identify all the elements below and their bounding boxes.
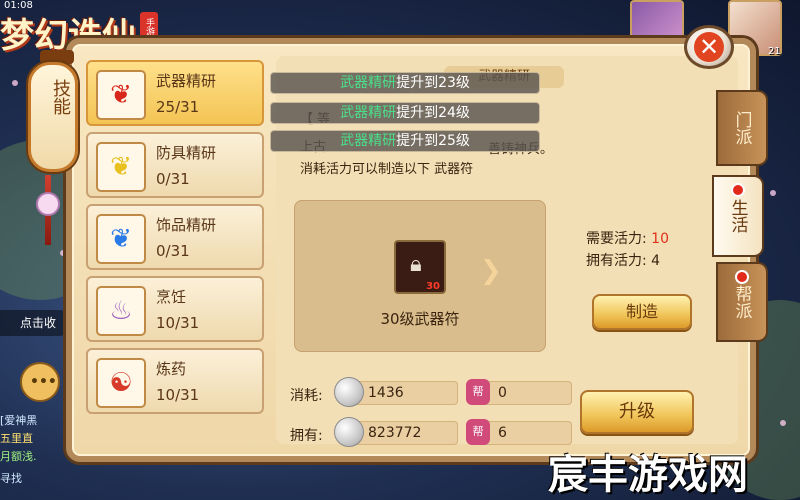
levelup-toast: 武器精研提升到25级	[270, 130, 540, 152]
alchemy-furnace-icon: ☯	[96, 358, 146, 408]
chat-line: 寻找	[0, 472, 22, 485]
energy-owned-value: 4	[651, 253, 661, 269]
chat-collapse-button[interactable]: 点击收	[0, 310, 72, 336]
toast-skill-name: 武器精研	[340, 105, 397, 121]
tab-guild[interactable]: 帮派	[716, 262, 768, 342]
tab-life-label: 生活	[727, 199, 748, 233]
close-button[interactable]: ✕	[684, 25, 734, 69]
craft-button[interactable]: 制造	[592, 294, 692, 330]
skill-tab-lantern[interactable]: 技能	[28, 62, 78, 172]
notification-dot	[731, 183, 745, 197]
skill-tab-label: 技能	[50, 79, 71, 115]
toast-skill-name: 武器精研	[340, 133, 397, 149]
consume-guild-value: 0	[498, 385, 507, 401]
energy-owned: 拥有活力: 4	[586, 250, 660, 270]
own-silver-field: 823772	[334, 417, 458, 447]
player-level: 21	[768, 46, 781, 57]
tab-guild-label: 帮派	[731, 285, 752, 319]
close-icon: ✕	[694, 32, 724, 62]
skill-level: 10/31	[156, 314, 200, 332]
skill-item-accessory[interactable]: ❦ 饰品精研 0/31	[86, 204, 264, 270]
skill-level: 0/31	[156, 170, 190, 188]
skill-name: 饰品精研	[156, 216, 217, 234]
silver-coin-icon	[334, 377, 364, 407]
guild-contribution-icon: 帮	[466, 419, 490, 445]
chat-line: 五里直	[0, 432, 33, 445]
consume-silver-value: 1436	[368, 385, 404, 401]
own-silver-value: 823772	[368, 425, 422, 441]
skill-item-cooking[interactable]: ♨ 烹饪 10/31	[86, 276, 264, 342]
consume-silver-field: 1436	[334, 377, 458, 407]
skill-name: 烹饪	[156, 288, 187, 306]
armor-icon: ❦	[96, 142, 146, 192]
energy-required-label: 需要活力:	[586, 231, 647, 247]
weapon-icon: ❦	[96, 70, 146, 120]
energy-required-value: 10	[651, 231, 669, 247]
skill-name: 武器精研	[156, 72, 217, 90]
accessory-icon: ❦	[96, 214, 146, 264]
own-guild-value: 6	[498, 425, 507, 441]
energy-required: 需要活力: 10	[586, 228, 669, 248]
tab-sect[interactable]: 门派	[716, 90, 768, 166]
tab-life[interactable]: 生活	[712, 175, 764, 257]
skill-name: 炼药	[156, 360, 187, 378]
notification-dot	[735, 270, 749, 284]
detail-desc-line-3: 消耗活力可以制造以下 武器符	[300, 162, 474, 177]
toast-text: 提升到23级	[396, 75, 470, 91]
silver-coin-icon	[334, 417, 364, 447]
toast-text: 提升到24级	[396, 105, 470, 121]
skill-item-armor[interactable]: ❦ 防具精研 0/31	[86, 132, 264, 198]
chat-bubble-icon[interactable]: •••	[20, 362, 60, 402]
skill-item-alchemy[interactable]: ☯ 炼药 10/31	[86, 348, 264, 414]
skill-name: 防具精研	[156, 144, 217, 162]
skill-item-weapon[interactable]: ❦ 武器精研 25/31	[86, 60, 264, 126]
consume-label: 消耗:	[290, 388, 323, 404]
skill-level: 25/31	[156, 98, 200, 116]
levelup-toast: 武器精研提升到23级	[270, 72, 540, 94]
cooking-pot-icon: ♨	[96, 286, 146, 336]
upgrade-button[interactable]: 升级	[580, 390, 694, 434]
skill-level: 10/31	[156, 386, 200, 404]
item-name: 30级武器符	[380, 310, 460, 328]
chat-line: [爱神黑	[0, 414, 38, 427]
toast-skill-name: 武器精研	[340, 75, 397, 91]
item-slot[interactable]: 🔒︎ 30	[394, 240, 446, 294]
arrow-right-icon[interactable]: ❯	[480, 256, 502, 286]
toast-text: 提升到25级	[396, 133, 470, 149]
craft-item-box: 🔒︎ 30 ❯ 30级武器符	[294, 200, 546, 352]
consume-guild-field: 帮 0	[466, 379, 572, 405]
energy-owned-label: 拥有活力:	[586, 253, 647, 269]
watermark: 宸丰游戏网	[548, 452, 748, 498]
levelup-toast: 武器精研提升到24级	[270, 102, 540, 124]
lantern-charm-icon	[36, 192, 60, 216]
chat-line: 月额浅.	[0, 450, 37, 463]
lock-icon: 🔒︎	[410, 252, 422, 277]
own-label: 拥有:	[290, 428, 323, 444]
guild-contribution-icon: 帮	[466, 379, 490, 405]
item-level-badge: 30	[426, 281, 440, 292]
skill-level: 0/31	[156, 242, 190, 260]
tab-sect-label: 门派	[731, 111, 752, 145]
